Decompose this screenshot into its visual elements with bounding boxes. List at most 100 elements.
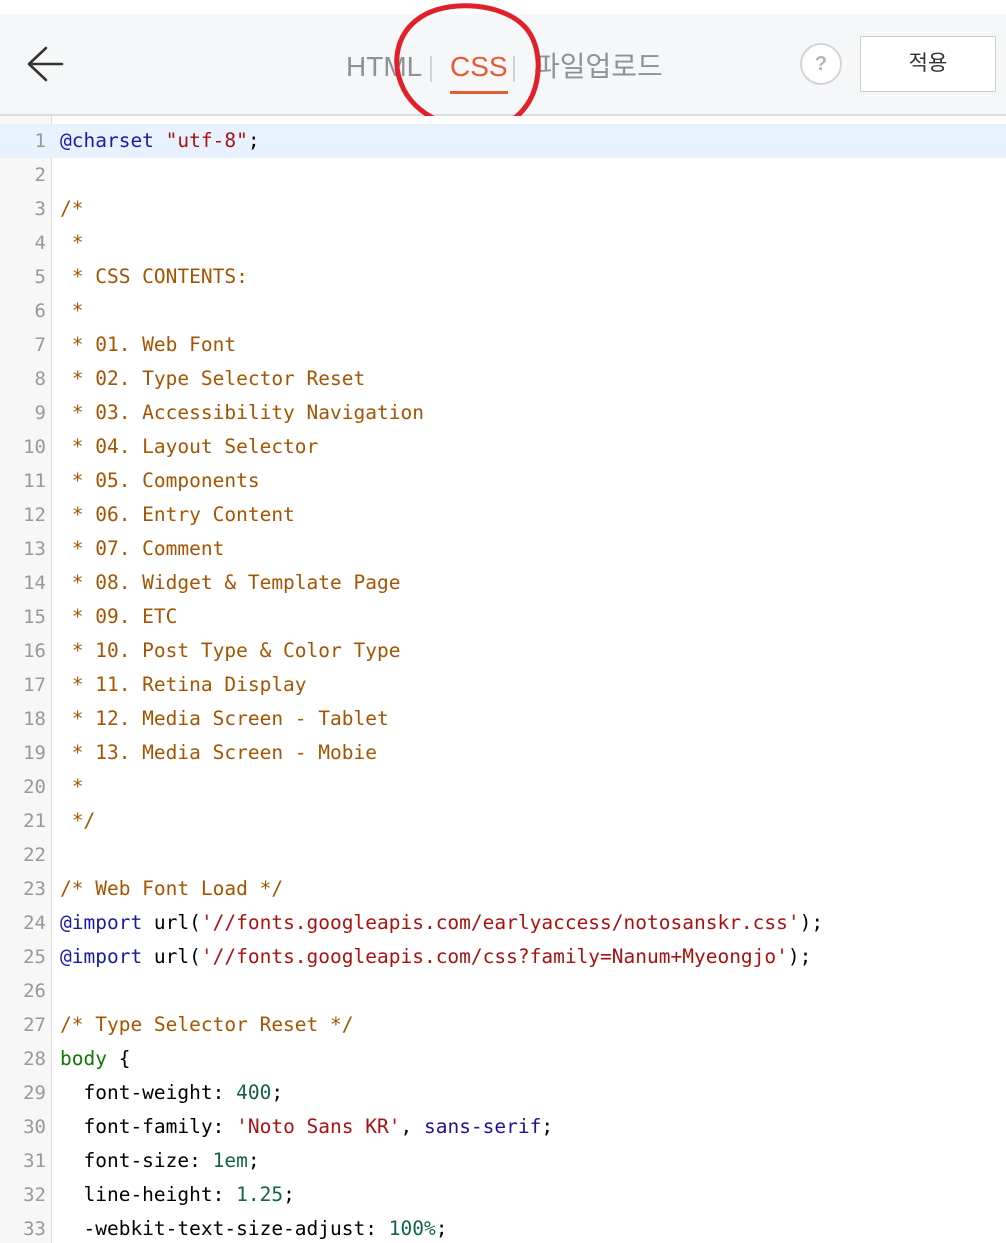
code-token: /* Web Font Load */ [60, 877, 284, 900]
code-token: line-height [60, 1183, 213, 1206]
line-number: 31 [23, 1150, 46, 1172]
code-line[interactable]: 11 * 05. Components [0, 464, 1006, 498]
line-number: 2 [34, 164, 46, 186]
line-number: 13 [23, 538, 46, 560]
tab-file-upload[interactable]: 파일업로드 [534, 44, 663, 90]
code-line[interactable]: 3 /* [0, 192, 1006, 226]
code-line[interactable]: 10 * 04. Layout Selector [0, 430, 1006, 464]
code-line[interactable]: 17 * 11. Retina Display [0, 668, 1006, 702]
apply-button[interactable]: 적용 [860, 36, 996, 92]
code-line[interactable]: 26 [0, 974, 1006, 1008]
code-line[interactable]: 16 * 10. Post Type & Color Type [0, 634, 1006, 668]
code-line[interactable]: 31 font-size: 1em; [0, 1144, 1006, 1178]
line-number: 7 [34, 334, 46, 356]
line-number: 28 [23, 1048, 46, 1070]
code-token: 1.25 [236, 1183, 284, 1206]
code-text: * 09. ETC [60, 600, 178, 634]
code-text: * 12. Media Screen - Tablet [60, 702, 389, 736]
code-text: @import url('//fonts.googleapis.com/css?… [60, 940, 811, 974]
code-line[interactable]: 12 * 06. Entry Content [0, 498, 1006, 532]
line-number: 24 [23, 912, 46, 934]
code-editor[interactable]: 1 @charset "utf-8"; 2 3/* 4 * 5 * CSS CONTENT… [0, 116, 1006, 1243]
code-line[interactable]: 30 font-family: 'Noto Sans KR', sans-ser… [0, 1110, 1006, 1144]
code-token: /* [60, 197, 84, 220]
line-number: 8 [34, 368, 46, 390]
code-token: ); [787, 945, 812, 968]
code-token: : [189, 1149, 213, 1172]
line-number: 25 [23, 946, 46, 968]
code-token: -webkit-text-size-adjust [60, 1217, 366, 1240]
line-number: 30 [23, 1116, 46, 1138]
code-text: /* [60, 192, 83, 226]
code-text: font-size: 1em; [60, 1144, 259, 1178]
code-text: @charset "utf-8"; [60, 124, 260, 158]
code-line[interactable]: 2 [0, 158, 1006, 192]
code-line[interactable]: 8 * 02. Type Selector Reset [0, 362, 1006, 396]
code-line[interactable]: 13 * 07. Comment [0, 532, 1006, 566]
code-line[interactable]: 23 /* Web Font Load */ [0, 872, 1006, 906]
code-line[interactable]: 18 * 12. Media Screen - Tablet [0, 702, 1006, 736]
back-button[interactable] [24, 44, 66, 84]
code-line[interactable]: 15 * 09. ETC [0, 600, 1006, 634]
code-text: * [60, 226, 84, 260]
code-token: * CSS CONTENTS: [60, 265, 248, 288]
code-token: * 02. Type Selector Reset [60, 367, 366, 390]
line-number: 11 [23, 470, 46, 492]
code-text: /* Type Selector Reset */ [60, 1008, 354, 1042]
code-text: * 02. Type Selector Reset [60, 362, 366, 396]
code-token: : [212, 1081, 237, 1104]
line-number: 15 [23, 606, 46, 628]
code-token: ; [247, 129, 260, 152]
code-line[interactable]: 33 -webkit-text-size-adjust: 100%; [0, 1212, 1006, 1243]
code-line[interactable]: 28 body { [0, 1042, 1006, 1076]
code-token: '//fonts.googleapis.com/css?family=Nanum… [200, 945, 788, 968]
line-number: 33 [23, 1218, 46, 1240]
code-token: @import [60, 911, 143, 934]
code-token: * 05. Components [60, 469, 260, 492]
code-line[interactable]: 14 * 08. Widget & Template Page [0, 566, 1006, 600]
code-text: * 07. Comment [60, 532, 225, 566]
code-line[interactable]: 9 * 03. Accessibility Navigation [0, 396, 1006, 430]
code-token: ; [283, 1183, 295, 1206]
code-line[interactable]: 22 [0, 838, 1006, 872]
code-token: ; [541, 1115, 554, 1138]
code-token: sans-serif [423, 1115, 542, 1138]
code-line[interactable]: 5 * CSS CONTENTS: [0, 260, 1006, 294]
tab-html[interactable]: HTML [346, 44, 422, 90]
code-line[interactable]: 1 @charset "utf-8"; [0, 124, 1006, 158]
code-line[interactable]: 29 font-weight: 400; [0, 1076, 1006, 1110]
code-text: * [60, 294, 84, 328]
code-token: : [365, 1217, 389, 1240]
code-line[interactable]: 20 * [0, 770, 1006, 804]
code-line[interactable]: 32 line-height: 1.25; [0, 1178, 1006, 1212]
code-line[interactable]: 6 * [0, 294, 1006, 328]
code-token: * 06. Entry Content [60, 503, 295, 526]
code-token: font-family [60, 1115, 213, 1138]
code-text: * 13. Media Screen - Mobie [60, 736, 377, 770]
code-line[interactable]: 7 * 01. Web Font [0, 328, 1006, 362]
code-line[interactable]: 19 * 13. Media Screen - Mobie [0, 736, 1006, 770]
line-number: 6 [34, 300, 46, 322]
code-token: 400 [236, 1081, 272, 1104]
code-token: * 09. ETC [60, 605, 178, 628]
code-line[interactable]: 25 @import url('//fonts.googleapis.com/cs… [0, 940, 1006, 974]
code-text: /* Web Font Load */ [60, 872, 283, 906]
code-line[interactable]: 4 * [0, 226, 1006, 260]
line-number: 19 [23, 742, 46, 764]
arrow-left-icon [24, 44, 66, 84]
code-token: * [60, 775, 84, 798]
tab-css[interactable]: CSS [450, 44, 508, 94]
code-text: * 08. Widget & Template Page [60, 566, 401, 600]
code-token: , [400, 1115, 424, 1138]
code-token: ; [435, 1217, 448, 1240]
help-button[interactable]: ? [800, 43, 842, 85]
code-text: * 01. Web Font [60, 328, 236, 362]
code-token: * 03. Accessibility Navigation [60, 401, 424, 424]
code-text: * 04. Layout Selector [60, 430, 319, 464]
code-line[interactable]: 21 */ [0, 804, 1006, 838]
code-text: line-height: 1.25; [60, 1178, 295, 1212]
line-number: 26 [23, 980, 46, 1002]
code-token: ); [799, 911, 824, 934]
code-line[interactable]: 24 @import url('//fonts.googleapis.com/ea… [0, 906, 1006, 940]
code-line[interactable]: 27 /* Type Selector Reset */ [0, 1008, 1006, 1042]
